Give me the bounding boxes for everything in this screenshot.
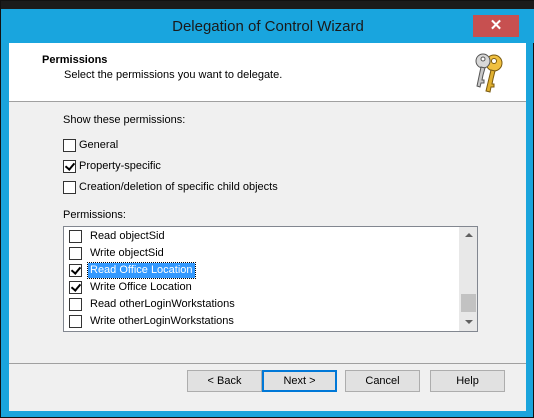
permissions-list[interactable]: Read objectSid Write objectSid Read Offi…	[63, 226, 478, 332]
page-title: Permissions	[42, 54, 108, 66]
permissions-label: Permissions:	[63, 209, 126, 221]
footer-divider	[9, 363, 526, 364]
show-permissions-label: Show these permissions:	[63, 114, 186, 126]
permission-label: Write Office Location	[90, 281, 192, 293]
page-subtitle: Select the permissions you want to deleg…	[64, 69, 283, 81]
cancel-button[interactable]: Cancel	[345, 370, 420, 392]
permission-item[interactable]: Write otherLoginWorkstations	[64, 313, 456, 330]
general-checkbox[interactable]	[63, 139, 76, 152]
permission-item[interactable]: Read objectSid	[64, 228, 456, 245]
wizard-window: Delegation of Control Wizard ✕ Permissio…	[0, 0, 534, 418]
child-objects-label[interactable]: Creation/deletion of specific child obje…	[79, 181, 278, 193]
permission-item[interactable]: Write Office Location	[64, 279, 456, 296]
help-button[interactable]: Help	[430, 370, 505, 392]
property-specific-label[interactable]: Property-specific	[79, 160, 161, 172]
close-icon: ✕	[489, 17, 503, 34]
window-title: Delegation of Control Wizard	[172, 18, 364, 35]
wizard-header: Permissions Select the permissions you w…	[9, 43, 526, 102]
permission-checkbox[interactable]	[69, 264, 82, 277]
permission-checkbox[interactable]	[69, 281, 82, 294]
next-button[interactable]: Next >	[262, 370, 337, 392]
permission-checkbox[interactable]	[69, 230, 82, 243]
permission-checkbox[interactable]	[69, 247, 82, 260]
scroll-down-icon[interactable]	[460, 314, 477, 331]
permission-label: Write objectSid	[90, 247, 164, 259]
close-button[interactable]: ✕	[473, 15, 519, 37]
back-button[interactable]: < Back	[187, 370, 262, 392]
scroll-up-icon[interactable]	[460, 227, 477, 244]
permission-item[interactable]: Write objectSid	[64, 245, 456, 262]
permission-label: Write otherLoginWorkstations	[90, 315, 234, 327]
general-label[interactable]: General	[79, 139, 118, 151]
top-edge	[1, 1, 534, 9]
vertical-scrollbar[interactable]	[459, 227, 477, 331]
wizard-client-area: Permissions Select the permissions you w…	[9, 43, 526, 411]
title-bar[interactable]: Delegation of Control Wizard ✕	[2, 9, 534, 43]
permission-label: Read otherLoginWorkstations	[90, 298, 235, 310]
child-objects-checkbox[interactable]	[63, 181, 76, 194]
permission-label: Read Office Location	[87, 262, 196, 279]
scroll-thumb[interactable]	[461, 294, 476, 312]
permission-item[interactable]: Read otherLoginWorkstations	[64, 296, 456, 313]
keys-icon	[475, 53, 503, 93]
property-specific-checkbox[interactable]	[63, 160, 76, 173]
permission-item-selected[interactable]: Read Office Location	[64, 262, 456, 279]
permission-label: Read objectSid	[90, 230, 165, 242]
permission-checkbox[interactable]	[69, 298, 82, 311]
permission-checkbox[interactable]	[69, 315, 82, 328]
